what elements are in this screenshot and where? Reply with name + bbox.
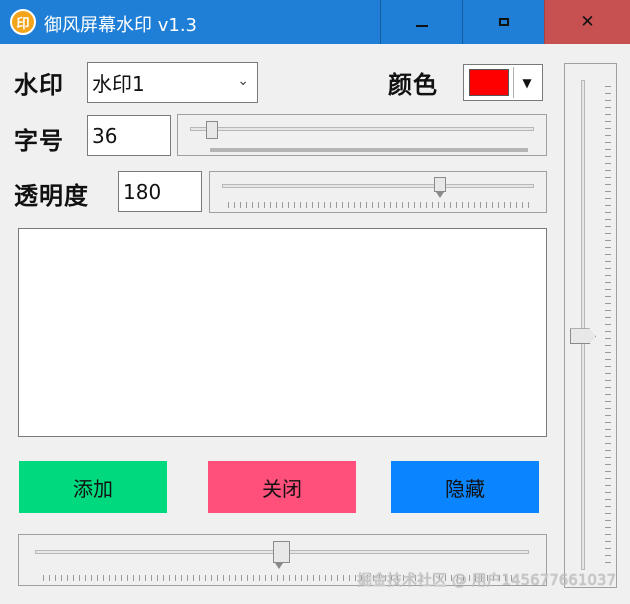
position-horizontal-slider-thumb[interactable] <box>273 541 291 569</box>
position-vertical-slider-thumb[interactable] <box>570 328 596 345</box>
maximize-icon <box>498 18 509 26</box>
title-bar[interactable]: 印 御风屏幕水印 v1.3 ✕ <box>0 0 630 44</box>
hide-button[interactable]: 隐藏 <box>391 461 539 513</box>
close-icon: ✕ <box>580 11 595 32</box>
position-vertical-slider[interactable] <box>564 63 617 588</box>
opacity-label: 透明度 <box>14 182 89 210</box>
close-button[interactable]: 关闭 <box>208 461 356 513</box>
color-dropdown-button[interactable]: ▼ <box>513 67 540 98</box>
color-picker[interactable]: ▼ <box>463 64 543 101</box>
watermark-label: 水印 <box>14 71 64 99</box>
watermark-select-value: 水印1 <box>92 72 145 96</box>
opacity-slider-ticks <box>228 202 530 208</box>
watermark-select[interactable]: 水印1 ⌄ <box>87 62 258 103</box>
maximize-button[interactable] <box>462 0 544 44</box>
minimize-button[interactable] <box>380 0 462 44</box>
font-size-slider[interactable] <box>177 114 547 156</box>
color-label: 颜色 <box>388 71 438 99</box>
font-size-label: 字号 <box>14 127 64 155</box>
app-icon: 印 <box>10 9 36 35</box>
opacity-input[interactable]: 180 <box>118 171 202 212</box>
opacity-slider-thumb[interactable] <box>434 177 446 198</box>
font-size-slider-thumb[interactable] <box>205 121 218 139</box>
font-size-slider-ticks <box>210 148 528 152</box>
position-vertical-slider-ticks <box>605 86 611 566</box>
window-title: 御风屏幕水印 v1.3 <box>44 15 197 36</box>
watermark-text-area[interactable] <box>18 228 547 437</box>
font-size-input[interactable]: 36 <box>87 115 171 156</box>
close-window-button[interactable]: ✕ <box>544 0 630 44</box>
opacity-slider[interactable] <box>209 171 547 213</box>
position-vertical-slider-track <box>581 80 585 570</box>
color-swatch <box>469 69 509 96</box>
minimize-icon <box>415 25 428 27</box>
font-size-slider-track <box>190 127 534 131</box>
site-watermark: 掘金技术社区 @ 用户145677661037 <box>356 571 616 589</box>
chevron-down-icon: ⌄ <box>237 73 249 89</box>
add-button[interactable]: 添加 <box>19 461 167 513</box>
opacity-slider-track <box>222 184 534 188</box>
caret-down-icon: ▼ <box>522 75 532 90</box>
